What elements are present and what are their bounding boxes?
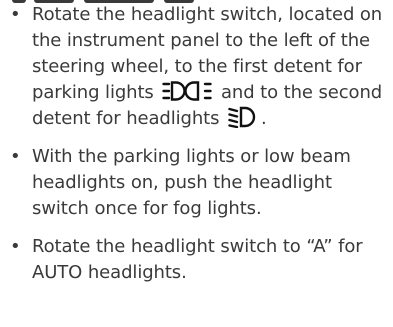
instruction-list: • Rotate the headlight switch, located o… [6, 2, 388, 286]
list-item: • Rotate the headlight switch to “A” for… [6, 234, 388, 286]
list-item: • With the parking lights or low beam he… [6, 144, 388, 222]
low-beam-headlights-icon [228, 106, 258, 128]
list-item: • Rotate the headlight switch, located o… [6, 2, 388, 132]
bullet-marker: • [10, 146, 21, 167]
instruction-text: Rotate the headlight switch to “A” for A… [32, 236, 363, 283]
instruction-text-part: . [261, 108, 267, 129]
bullet-marker: • [10, 236, 21, 257]
bullet-marker: • [10, 4, 21, 25]
instruction-text: With the parking lights or low beam head… [32, 146, 351, 219]
parking-lights-icon [162, 80, 213, 102]
